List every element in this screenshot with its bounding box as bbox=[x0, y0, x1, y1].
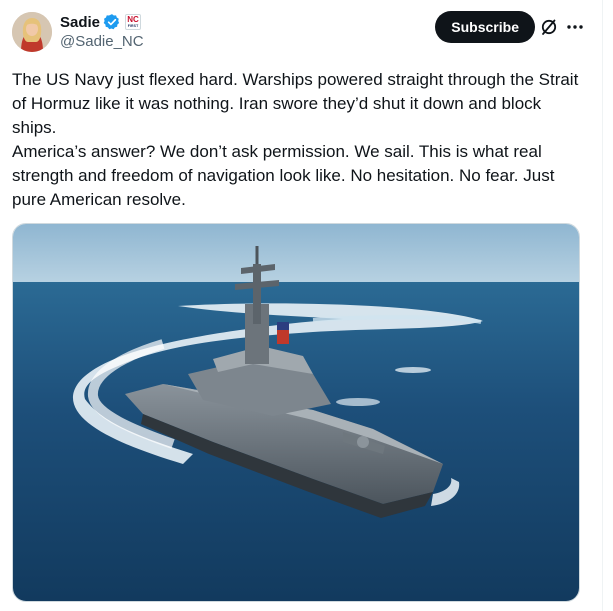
author-names: Sadie NC FIRST @Sadie_NC bbox=[60, 12, 144, 51]
post-header: Sadie NC FIRST @Sadie_NC Subscribe bbox=[12, 10, 591, 54]
more-horizontal-icon[interactable] bbox=[565, 17, 585, 37]
timeline-border bbox=[602, 0, 603, 611]
subscribe-button[interactable]: Subscribe bbox=[435, 11, 535, 43]
post-image[interactable] bbox=[12, 223, 580, 602]
avatar[interactable] bbox=[12, 12, 52, 52]
author-display-name[interactable]: Sadie bbox=[60, 14, 100, 31]
author-handle[interactable]: @Sadie_NC bbox=[60, 33, 144, 50]
grok-icon[interactable] bbox=[539, 17, 559, 37]
post-text: The US Navy just flexed hard. Warships p… bbox=[12, 70, 579, 209]
verified-check-icon bbox=[103, 13, 121, 31]
affiliate-badge[interactable]: NC FIRST bbox=[125, 14, 142, 30]
